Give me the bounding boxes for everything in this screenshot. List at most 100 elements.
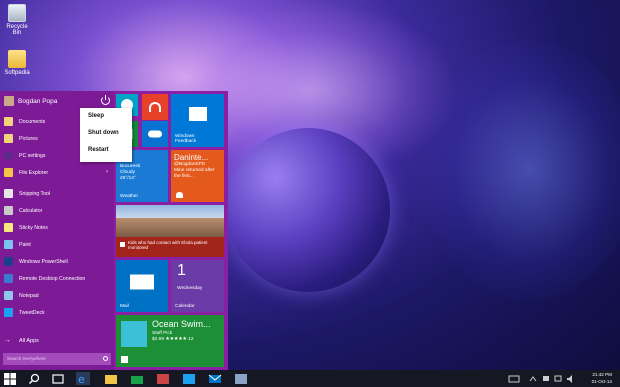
people-icon — [176, 192, 183, 198]
all-apps-label: All Apps — [19, 337, 39, 344]
search-placeholder: Search everywhere — [7, 356, 46, 361]
menu-item-remote-desktop[interactable]: Remote Desktop Connection — [0, 270, 114, 287]
mail-icon — [130, 274, 154, 290]
headphones-icon — [149, 102, 161, 112]
internet-explorer-icon[interactable]: e — [76, 372, 90, 386]
news-headline-bar: Kids who had contact with Ebola patient … — [116, 237, 224, 257]
clock-date: 01-Oct-14 — [591, 379, 612, 384]
gear-icon — [4, 151, 13, 160]
all-apps-button[interactable]: → All Apps — [4, 337, 39, 344]
menu-item-label: File Explorer — [19, 169, 49, 176]
sticky-note-icon — [4, 223, 13, 232]
menu-item-tweetdeck[interactable]: TweetDeck — [0, 304, 114, 321]
menu-item-label: TweetDeck — [19, 309, 45, 316]
tile-mail[interactable]: Mail — [116, 260, 168, 312]
menu-item-label: Pictures — [19, 135, 38, 142]
menu-item-label: Calculator — [19, 207, 43, 214]
twitter-name: Daninte... — [174, 153, 209, 162]
clock-time: 21:42 PM — [592, 372, 612, 377]
documents-icon — [4, 117, 13, 126]
tile-music[interactable] — [142, 94, 168, 120]
news-headline: Kids who had contact with Ebola patient … — [128, 240, 208, 250]
file-explorer-icon[interactable] — [104, 372, 118, 385]
tile-twitter[interactable]: Daninte... @BogdanSFD Mine returned afte… — [171, 150, 224, 202]
mail-icon[interactable] — [208, 372, 222, 385]
keyboard-icon[interactable] — [508, 372, 520, 385]
menu-item-label: Remote Desktop Connection — [19, 275, 86, 282]
menu-item-label: Paint — [19, 241, 31, 248]
desktop-icon-label: Recycle Bin — [6, 24, 28, 36]
store-app-subtitle: Staff Pick — [152, 331, 173, 336]
desktop-icon-label: Softpedia — [4, 70, 30, 76]
news-icon — [120, 242, 125, 247]
tile-windows-feedback[interactable]: Windows Feedback — [171, 94, 224, 147]
pictures-icon — [4, 134, 13, 143]
network-icon[interactable] — [553, 372, 563, 385]
clock[interactable]: 21:42 PM 01-Oct-14 — [592, 371, 612, 385]
tile-onedrive[interactable] — [142, 121, 168, 147]
menu-item-label: Documents — [19, 118, 46, 125]
tile-label: Mail — [120, 304, 129, 309]
taskbar: e 21:42 PM 01-Oct-14 — [0, 370, 620, 387]
desktop-icon-softpedia[interactable]: Softpedia — [2, 50, 32, 76]
menu-item-calculator[interactable]: Calculator — [0, 202, 114, 219]
search-icon[interactable] — [28, 372, 42, 385]
power-icon[interactable] — [101, 95, 110, 105]
menu-item-paint[interactable]: Paint — [0, 236, 114, 253]
calculator-icon — [4, 206, 13, 215]
tile-news[interactable]: Kids who had contact with Ebola patient … — [116, 205, 224, 257]
flag-icon[interactable] — [541, 372, 551, 385]
tile-label: Weather — [120, 194, 139, 199]
paint-palette-icon — [4, 240, 13, 249]
recycle-bin-icon — [8, 4, 26, 22]
photos-icon[interactable] — [156, 372, 170, 385]
start-button[interactable] — [4, 372, 18, 385]
app-thumbnail — [121, 321, 147, 347]
chevron-right-icon[interactable]: › — [106, 169, 108, 175]
menu-item-snipping-tool[interactable]: Snipping Tool — [0, 185, 114, 202]
svg-text:e: e — [78, 373, 85, 385]
folder-icon — [4, 168, 13, 177]
remote-desktop-icon — [4, 274, 13, 283]
chevron-up-icon[interactable] — [528, 372, 538, 385]
remote-desktop-icon[interactable] — [234, 372, 248, 385]
notepad-icon — [4, 291, 13, 300]
menu-item-notepad[interactable]: Notepad — [0, 287, 114, 304]
menu-item-label: Notepad — [19, 292, 39, 299]
powershell-icon — [4, 257, 13, 266]
cloud-icon — [148, 130, 162, 138]
tweetdeck-icon — [4, 308, 13, 317]
calendar-weekday: Wednesday — [177, 286, 203, 291]
menu-item-windows-powershell[interactable]: Windows PowerShell — [0, 253, 114, 270]
menu-item-sticky-notes[interactable]: Sticky Notes — [0, 219, 114, 236]
feedback-icon — [188, 107, 207, 122]
sleep-option[interactable]: Sleep — [80, 108, 132, 125]
twitter-icon[interactable] — [182, 372, 196, 385]
calendar-day: 1 — [177, 262, 186, 279]
search-icon[interactable] — [103, 356, 108, 361]
store-icon[interactable] — [130, 372, 144, 385]
store-app-price: $2.99 ★★★★★ 12 — [152, 337, 194, 342]
wallpaper-nebula-right — [420, 40, 620, 300]
tile-store-promo[interactable]: Ocean Swim... Staff Pick $2.99 ★★★★★ 12 — [116, 315, 224, 367]
scissors-icon — [4, 189, 13, 198]
tile-label: Windows Feedback — [175, 134, 197, 144]
restart-option[interactable]: Restart — [80, 142, 132, 159]
search-input[interactable]: Search everywhere — [3, 353, 111, 365]
menu-item-label: Sticky Notes — [19, 224, 48, 231]
tile-label: Calendar — [175, 304, 195, 309]
folder-icon — [8, 50, 26, 68]
tile-calendar[interactable]: 1 Wednesday Calendar — [171, 260, 224, 312]
twitter-text: Mine returned after the first... — [174, 168, 215, 179]
wallpaper-planet — [226, 128, 390, 292]
desktop-icon-recycle-bin[interactable]: Recycle Bin — [2, 4, 32, 36]
menu-item-label: Windows PowerShell — [19, 258, 68, 265]
menu-item-label: PC settings — [19, 152, 46, 159]
store-app-title: Ocean Swim... — [152, 319, 211, 329]
task-view-icon[interactable] — [52, 372, 66, 385]
shut-down-option[interactable]: Shut down — [80, 125, 132, 142]
menu-item-file-explorer[interactable]: File Explorer › — [0, 164, 114, 181]
volume-icon[interactable] — [565, 372, 575, 385]
store-bag-icon — [121, 356, 128, 363]
power-menu: Sleep Shut down Restart — [80, 108, 132, 162]
